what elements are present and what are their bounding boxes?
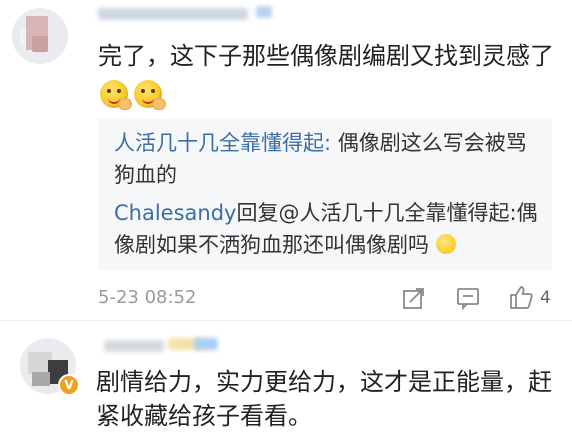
comment-text: 完了，这下子那些偶像剧编剧又找到灵感了 [98, 42, 554, 70]
reply-line-2: 狗血的 [114, 163, 177, 187]
username-blurred[interactable] [98, 8, 248, 20]
avatar[interactable] [12, 8, 68, 64]
reply-text: 像剧如果不洒狗血那还叫偶像剧吗 [114, 233, 429, 257]
reply-user-link[interactable]: 人活几十几全靠懂得起: [114, 131, 331, 155]
comment-date: 5-23 08:52 [98, 287, 197, 308]
user-level-badge [194, 338, 218, 350]
reply-user-link[interactable]: Chalesandy [114, 201, 236, 225]
thumbs-up-icon[interactable] [508, 284, 534, 310]
reply-line-1: 人活几十几全靠懂得起: 偶像剧这么写会被骂 [114, 128, 527, 158]
share-box-icon[interactable] [402, 286, 426, 310]
yummy-face-icon [134, 80, 166, 110]
reply-thread[interactable]: 人活几十几全靠懂得起: 偶像剧这么写会被骂 狗血的 Chalesandy回复@人… [98, 118, 552, 270]
divider [0, 320, 572, 321]
yummy-face-icon [100, 80, 132, 110]
user-level-badge [256, 6, 272, 18]
verified-badge: V [58, 374, 80, 396]
reply-text: 回复@人活几十几全靠懂得起:偶 [236, 201, 538, 225]
comment-text-line-1: 剧情给力，实力更给力，这才是正能量，赶 [96, 368, 552, 396]
awkward-face-icon [435, 234, 456, 254]
username-blurred[interactable] [104, 340, 164, 352]
comment-text-line-2: 紧收藏给孩子看看。 [96, 402, 312, 430]
reply-line-4: 像剧如果不洒狗血那还叫偶像剧吗 [114, 230, 456, 260]
like-count: 4 [540, 288, 551, 308]
comment-bubble-icon[interactable] [456, 286, 480, 310]
reply-line-3: Chalesandy回复@人活几十几全靠懂得起:偶 [114, 198, 538, 228]
reply-text: 偶像剧这么写会被骂 [331, 131, 527, 155]
